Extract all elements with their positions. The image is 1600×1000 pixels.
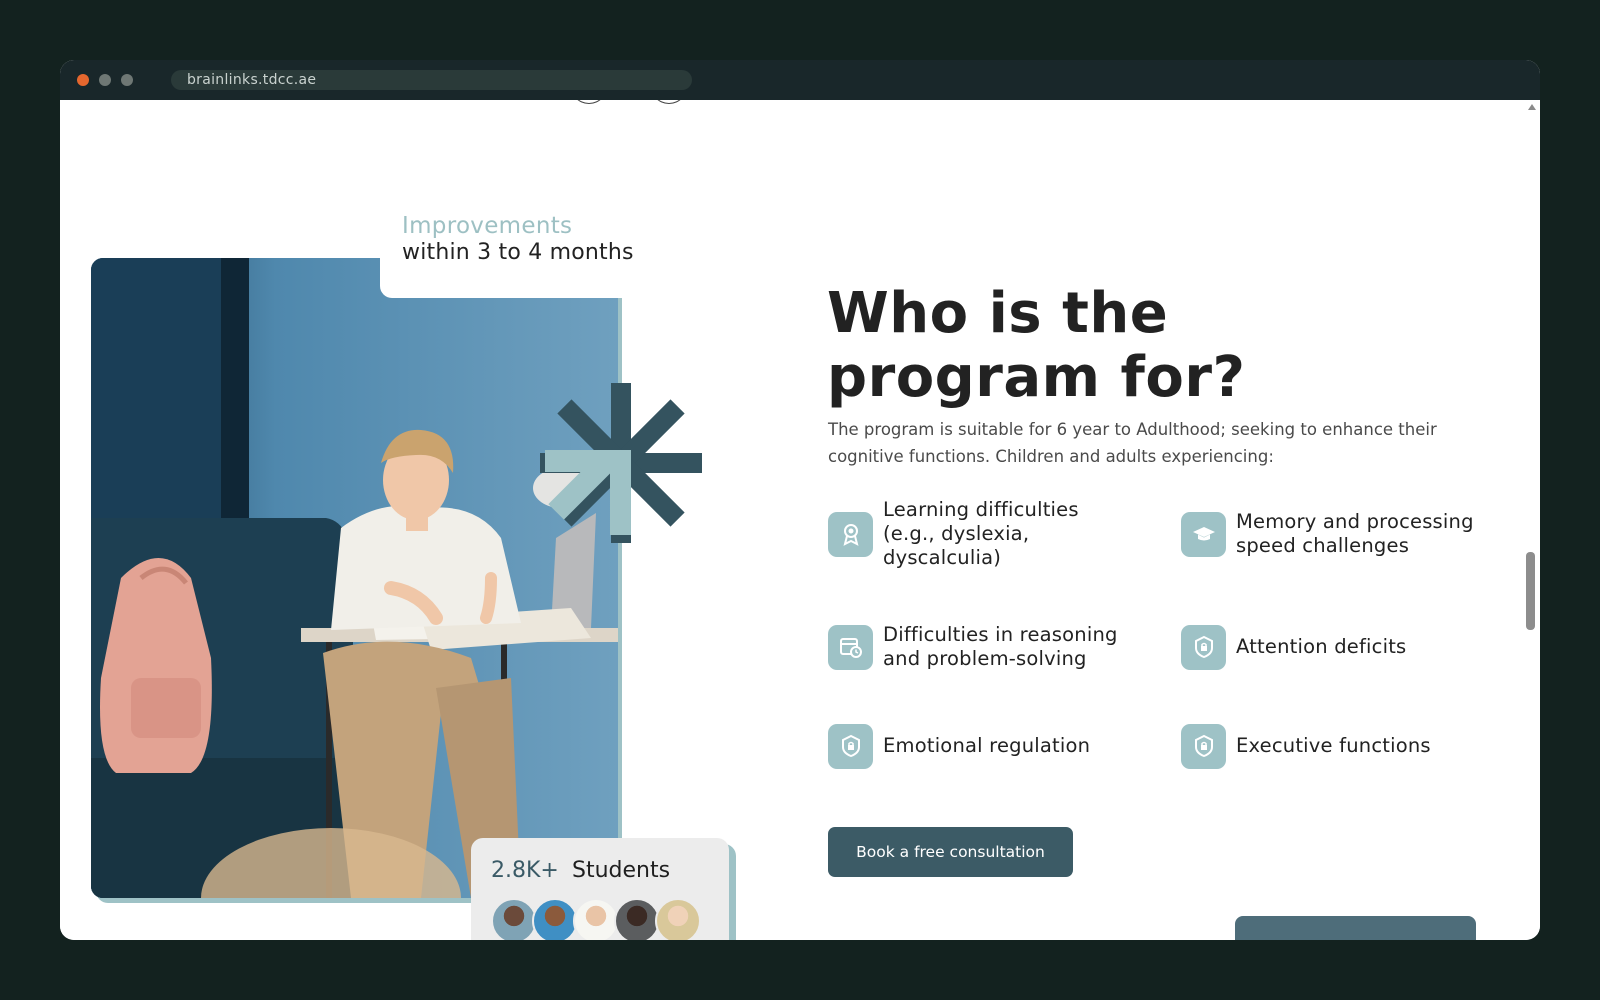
browser-window: brainlinks.tdcc.ae Improvements within 3… bbox=[60, 60, 1540, 940]
improvements-subtitle: within 3 to 4 months bbox=[402, 240, 634, 265]
feature-item-attention: Attention deficits bbox=[1181, 611, 1481, 683]
scrollbar-thumb[interactable] bbox=[1526, 552, 1535, 630]
avatar bbox=[491, 898, 537, 940]
avatar bbox=[532, 898, 578, 940]
next-section-button[interactable] bbox=[1235, 916, 1476, 940]
address-bar[interactable]: brainlinks.tdcc.ae bbox=[171, 70, 692, 90]
students-count: 2.8K+ bbox=[491, 858, 559, 883]
shield-lock-icon bbox=[828, 723, 873, 769]
close-window-button[interactable] bbox=[77, 74, 89, 86]
shield-lock-icon bbox=[1181, 723, 1226, 769]
feature-item-reasoning: Difficulties in reasoning and problem-so… bbox=[828, 611, 1128, 683]
feature-item-executive-functions: Executive functions bbox=[1181, 710, 1481, 782]
feature-label: Learning difficulties (e.g., dyslexia, d… bbox=[883, 498, 1079, 569]
previous-section-decoration bbox=[649, 100, 689, 104]
award-ribbon-icon bbox=[828, 511, 873, 557]
browser-titlebar: brainlinks.tdcc.ae bbox=[60, 60, 1540, 100]
graduation-cap-icon bbox=[1181, 511, 1226, 557]
feature-label: Executive functions bbox=[1236, 734, 1431, 757]
avatar bbox=[573, 898, 619, 940]
avatar bbox=[655, 898, 701, 940]
asterisk-logo-icon bbox=[540, 383, 702, 543]
shield-lock-icon bbox=[1181, 624, 1226, 670]
page-content: Improvements within 3 to 4 months 2.8K+ … bbox=[60, 100, 1540, 940]
students-label: Students bbox=[572, 858, 671, 883]
feature-label: Difficulties in reasoning and problem-so… bbox=[883, 623, 1118, 670]
minimize-window-button[interactable] bbox=[99, 74, 111, 86]
feature-label: Emotional regulation bbox=[883, 734, 1091, 757]
student-studying-photo bbox=[91, 258, 618, 898]
section-heading: Who is the program for? bbox=[827, 281, 1246, 410]
maximize-window-button[interactable] bbox=[121, 74, 133, 86]
feature-item-memory: Memory and processing speed challenges bbox=[1181, 498, 1481, 570]
feature-label: Memory and processing speed challenges bbox=[1236, 510, 1474, 557]
book-consultation-button[interactable]: Book a free consultation bbox=[828, 827, 1073, 877]
avatar bbox=[614, 898, 660, 940]
calendar-clock-icon bbox=[828, 624, 873, 670]
scroll-up-arrow-icon[interactable] bbox=[1528, 104, 1536, 110]
section-intro: The program is suitable for 6 year to Ad… bbox=[828, 420, 1437, 466]
feature-label: Attention deficits bbox=[1236, 635, 1407, 658]
improvements-highlight: Improvements bbox=[402, 213, 573, 239]
feature-item-emotional-regulation: Emotional regulation bbox=[828, 710, 1128, 782]
feature-item-learning-difficulties: Learning difficulties (e.g., dyslexia, d… bbox=[828, 498, 1128, 570]
previous-section-decoration bbox=[569, 100, 609, 104]
